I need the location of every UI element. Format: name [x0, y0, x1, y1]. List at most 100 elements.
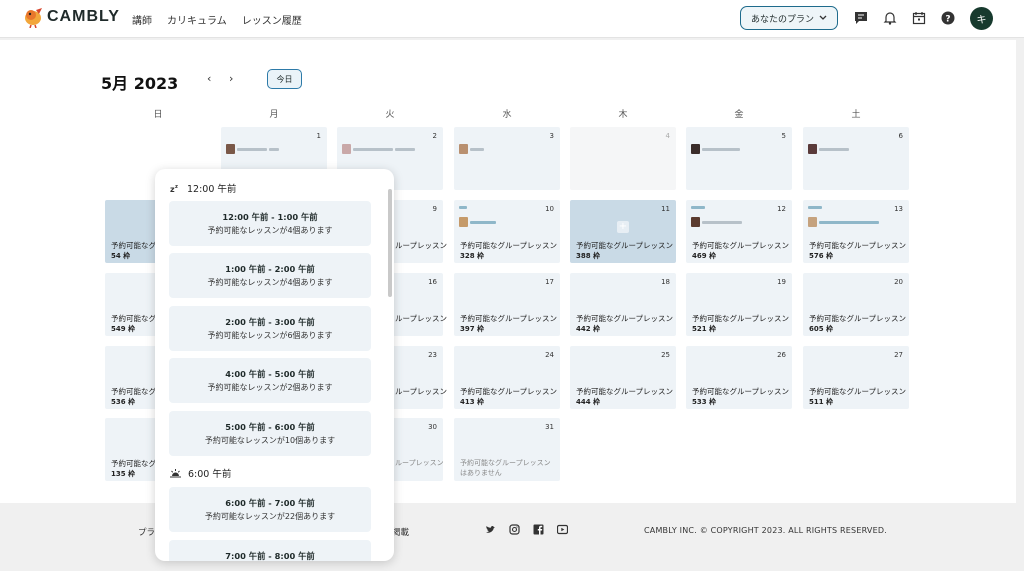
- tutor-preview: [808, 206, 822, 209]
- time-slot[interactable]: 4:00 午前 - 5:00 午前 予約可能なレッスンが2個あります: [169, 358, 371, 403]
- group-lesson-label: 予約可能なグループレッスン: [809, 241, 907, 250]
- day-number: 11: [661, 205, 670, 213]
- day-cell-27[interactable]: 27 予約可能なグループレッスン 511 枠: [803, 346, 909, 409]
- youtube-icon[interactable]: [557, 524, 568, 535]
- section-label: 6:00 午前: [188, 469, 232, 480]
- slot-availability: 予約可能なレッスンが4個あります: [207, 226, 333, 235]
- chat-icon[interactable]: [853, 10, 869, 26]
- help-icon[interactable]: ?: [940, 10, 956, 26]
- time-slot[interactable]: 5:00 午前 - 6:00 午前 予約可能なレッスンが10個あります: [169, 411, 371, 456]
- day-number: 17: [545, 278, 554, 286]
- slot-availability: 予約可能なレッスンが6個あります: [207, 331, 333, 340]
- tutor-name-blur: [819, 147, 849, 151]
- nav-curriculum[interactable]: カリキュラム: [167, 12, 227, 27]
- group-lesson-label: 予約可能なグループレッスン: [692, 387, 790, 396]
- calendar-icon[interactable]: [911, 10, 927, 26]
- section-label: 12:00 午前: [187, 184, 237, 195]
- slot-availability: 予約可能なレッスンが4個あります: [207, 278, 333, 287]
- nav-lesson-history[interactable]: レッスン履歴: [242, 12, 302, 27]
- day-cell-31[interactable]: 31 予約可能なグループレッスン はありません: [454, 418, 560, 481]
- cambly-logo[interactable]: CAMBLY: [22, 6, 120, 28]
- tutor-name-blur: [819, 220, 879, 224]
- group-lesson-label: 予約可能なグループレッスン: [692, 314, 790, 323]
- time-slot[interactable]: 1:00 午前 - 2:00 午前 予約可能なレッスンが4個あります: [169, 253, 371, 298]
- prev-month-button[interactable]: ‹: [207, 72, 211, 85]
- day-cell-5[interactable]: 5: [686, 127, 792, 190]
- day-number: 16: [428, 278, 437, 286]
- group-lesson-label: ループレッスン: [395, 314, 448, 323]
- next-month-button[interactable]: ›: [229, 72, 233, 85]
- day-number: 24: [545, 351, 554, 359]
- day-number: 6: [898, 132, 903, 140]
- day-number: 12: [777, 205, 786, 213]
- add-icon[interactable]: +: [617, 221, 629, 233]
- time-slot[interactable]: 6:00 午前 - 7:00 午前 予約可能なレッスンが22個あります: [169, 487, 371, 532]
- section-header-morning: 6:00 午前: [170, 466, 231, 480]
- slot-count: 135 枠: [111, 470, 136, 478]
- time-slot[interactable]: 12:00 午前 - 1:00 午前 予約可能なレッスンが4個あります: [169, 201, 371, 246]
- avatar[interactable]: キ: [970, 7, 993, 30]
- no-lessons-label: はありません: [460, 469, 502, 477]
- twitter-icon[interactable]: [485, 524, 496, 535]
- day-number: 20: [894, 278, 903, 286]
- footer-link[interactable]: プラ: [138, 526, 155, 538]
- tutor-avatar: [808, 217, 817, 227]
- tutor-avatar: [459, 144, 468, 154]
- weekday-wed: 水: [502, 110, 512, 120]
- bell-icon[interactable]: [882, 10, 898, 26]
- tutor-avatar: [226, 144, 235, 154]
- day-number: 10: [545, 205, 554, 213]
- day-cell-13[interactable]: 13 予約可能なグループレッスン 576 枠: [803, 200, 909, 263]
- slot-count: 576 枠: [809, 252, 834, 260]
- time-slot[interactable]: 2:00 午前 - 3:00 午前 予約可能なレッスンが6個あります: [169, 306, 371, 351]
- day-cell-4[interactable]: 4: [570, 127, 676, 190]
- slot-count: 521 枠: [692, 325, 717, 333]
- tutor-name-blur: [702, 147, 740, 151]
- popover-scrollbar[interactable]: [388, 189, 392, 297]
- cambly-bird-icon: [25, 8, 42, 28]
- group-lesson-label: 予約可能なグループレッスン: [460, 241, 558, 250]
- day-cell-20[interactable]: 20 予約可能なグループレッスン 605 枠: [803, 273, 909, 336]
- facebook-icon[interactable]: [533, 524, 544, 535]
- footer-link[interactable]: 掲載: [392, 526, 409, 538]
- tutor-preview: [808, 217, 879, 227]
- day-number: 18: [661, 278, 670, 286]
- slot-count: 442 枠: [576, 325, 601, 333]
- day-number: 31: [545, 423, 554, 431]
- page-title: 5月 2023: [101, 74, 179, 93]
- day-cell-10[interactable]: 10 予約可能なグループレッスン 328 枠: [454, 200, 560, 263]
- day-cell-6[interactable]: 6: [803, 127, 909, 190]
- day-number: 9: [432, 205, 437, 213]
- slot-time: 7:00 午前 - 8:00 午前: [225, 551, 315, 561]
- time-slot[interactable]: 7:00 午前 - 8:00 午前: [169, 540, 371, 561]
- today-button[interactable]: 今日: [267, 69, 302, 89]
- weekday-tue: 火: [385, 110, 395, 120]
- group-lesson-label: 予約可能なグ: [111, 387, 156, 396]
- day-cell-19[interactable]: 19 予約可能なグループレッスン 521 枠: [686, 273, 792, 336]
- day-cell-24[interactable]: 24 予約可能なグループレッスン 413 枠: [454, 346, 560, 409]
- day-cell-17[interactable]: 17 予約可能なグループレッスン 397 枠: [454, 273, 560, 336]
- copyright-text: CAMBLY INC. © COPYRIGHT 2023. ALL RIGHTS…: [644, 526, 887, 535]
- sunrise-icon: [170, 469, 181, 478]
- time-slot-popover: zz 12:00 午前 12:00 午前 - 1:00 午前 予約可能なレッスン…: [155, 169, 394, 561]
- day-cell-25[interactable]: 25 予約可能なグループレッスン 444 枠: [570, 346, 676, 409]
- plan-dropdown-button[interactable]: あなたのプラン: [740, 6, 838, 30]
- day-cell-3[interactable]: 3: [454, 127, 560, 190]
- day-cell-11[interactable]: 11 + 予約可能なグループレッスン 388 枠: [570, 200, 676, 263]
- nav-tutors[interactable]: 講師: [132, 12, 152, 27]
- weekday-sat: 土: [851, 110, 861, 120]
- group-lesson-label: 予約可能なグ: [111, 314, 156, 323]
- tutor-name-blur: [353, 147, 393, 151]
- day-number: 26: [777, 351, 786, 359]
- plan-label: あなたのプラン: [750, 14, 814, 25]
- day-cell-12[interactable]: 12 予約可能なグループレッスン 469 枠: [686, 200, 792, 263]
- tutor-preview: [459, 217, 496, 227]
- day-number: 27: [894, 351, 903, 359]
- group-lesson-label: 予約可能なグループレッスン: [809, 314, 907, 323]
- day-cell-26[interactable]: 26 予約可能なグループレッスン 533 枠: [686, 346, 792, 409]
- instagram-icon[interactable]: [509, 524, 520, 535]
- slot-time: 5:00 午前 - 6:00 午前: [225, 422, 315, 432]
- group-lesson-label: 予約可能なグ: [111, 459, 156, 468]
- day-number: 5: [781, 132, 786, 140]
- day-cell-18[interactable]: 18 予約可能なグループレッスン 442 枠: [570, 273, 676, 336]
